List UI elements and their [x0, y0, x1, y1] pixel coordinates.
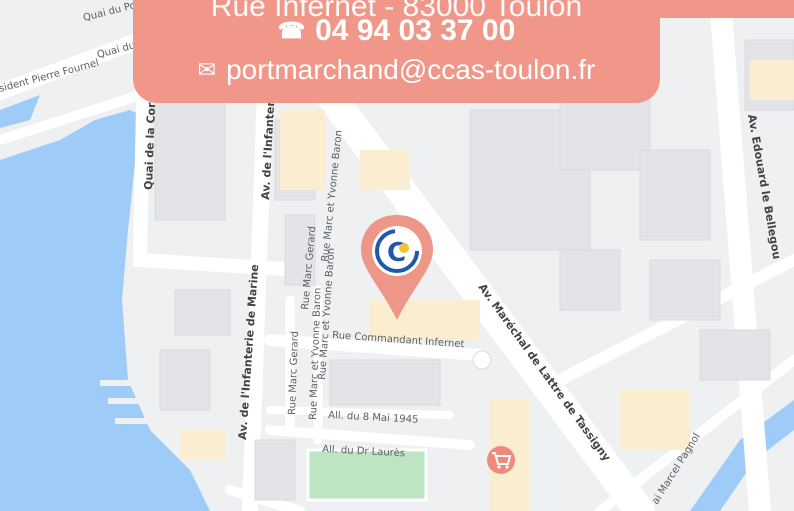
shopping-cart-icon[interactable] [487, 446, 515, 474]
phone-number[interactable]: 04 94 03 37 00 [315, 14, 515, 47]
contact-banner: Rue Infernet - 83000 Toulon ☎ 04 94 03 37… [133, 0, 660, 103]
email-line[interactable]: ✉ portmarchand@ccas-toulon.fr [133, 53, 660, 87]
email-address[interactable]: portmarchand@ccas-toulon.fr [226, 54, 595, 85]
sports-field [306, 448, 428, 502]
phone-line[interactable]: ☎ 04 94 03 37 00 [133, 13, 660, 49]
roundabout [472, 350, 492, 370]
banner-corner [640, 0, 794, 18]
marker-logo-letter: C [387, 238, 406, 268]
mail-icon: ✉ [197, 57, 217, 82]
logo-dot [399, 243, 409, 253]
phone-icon: ☎ [277, 18, 306, 43]
